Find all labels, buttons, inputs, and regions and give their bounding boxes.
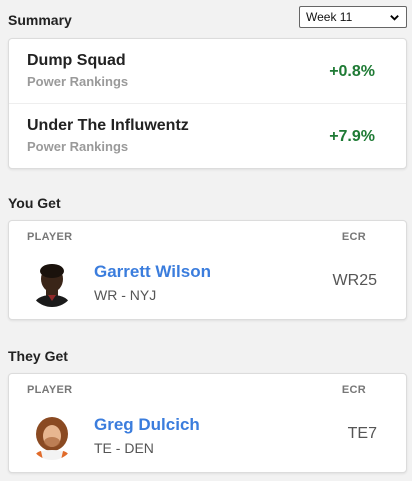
team-name: Under The Influwentz bbox=[27, 117, 189, 134]
summary-card: Dump Squad Power Rankings +0.8% Under Th… bbox=[8, 38, 407, 169]
they-get-title: They Get bbox=[8, 348, 68, 364]
they-get-card: PLAYER ECR Greg Dulcich TE - DEN TE7 bbox=[8, 373, 407, 473]
week-select-value: Week 11 bbox=[306, 10, 353, 24]
player-avatar bbox=[29, 261, 75, 307]
summary-row: Under The Influwentz Power Rankings +7.9… bbox=[9, 104, 406, 168]
player-position: WR - NYJ bbox=[94, 287, 157, 303]
player-column-header: PLAYER bbox=[27, 231, 73, 243]
player-ecr: WR25 bbox=[332, 272, 377, 289]
player-name-link[interactable]: Greg Dulcich bbox=[94, 415, 200, 435]
week-select[interactable]: Week 11 bbox=[299, 6, 407, 28]
player-ecr: TE7 bbox=[347, 425, 377, 442]
ecr-column-header: ECR bbox=[341, 231, 366, 243]
chevron-down-icon bbox=[390, 14, 399, 21]
power-ranking-delta: +0.8% bbox=[329, 63, 375, 80]
team-subtitle: Power Rankings bbox=[27, 139, 129, 154]
team-name: Dump Squad bbox=[27, 52, 126, 69]
you-get-title: You Get bbox=[8, 195, 61, 211]
summary-title: Summary bbox=[8, 12, 72, 28]
team-subtitle: Power Rankings bbox=[27, 74, 129, 89]
summary-row: Dump Squad Power Rankings +0.8% bbox=[9, 39, 406, 103]
player-position: TE - DEN bbox=[94, 440, 154, 456]
ecr-column-header: ECR bbox=[341, 384, 366, 396]
you-get-card: PLAYER ECR Garrett Wilson WR - NYJ WR25 bbox=[8, 220, 407, 320]
player-avatar bbox=[29, 414, 75, 460]
player-column-header: PLAYER bbox=[27, 384, 73, 396]
player-name-link[interactable]: Garrett Wilson bbox=[94, 262, 211, 282]
power-ranking-delta: +7.9% bbox=[329, 128, 375, 145]
